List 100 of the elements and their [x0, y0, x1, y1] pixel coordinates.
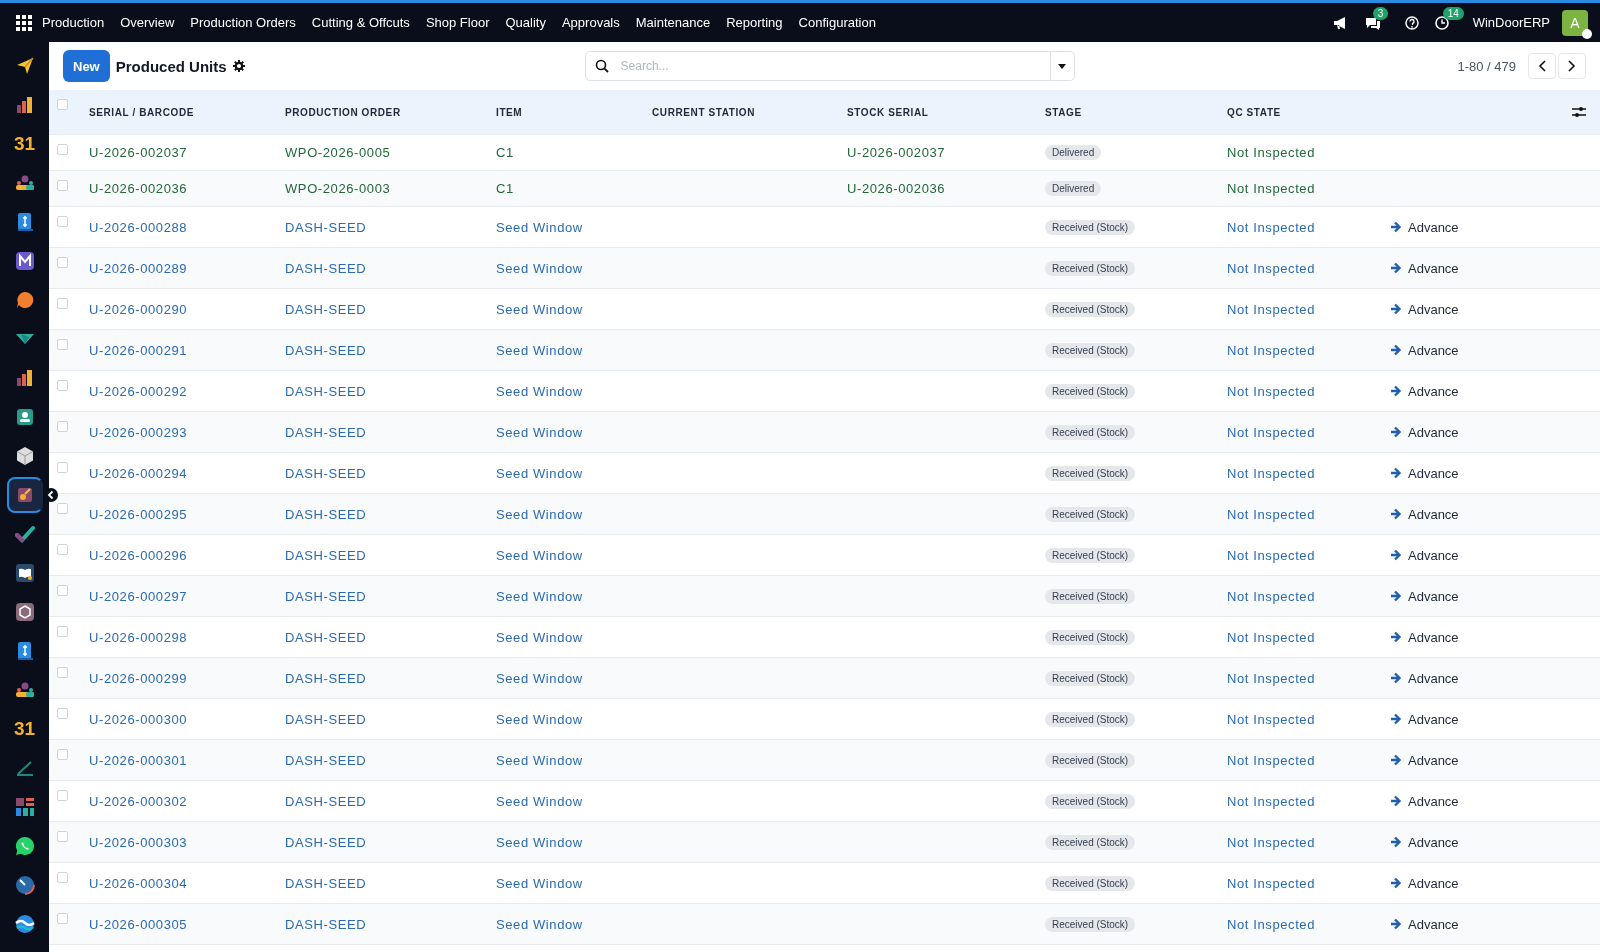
- menu-item[interactable]: Quality: [497, 3, 554, 42]
- menu-item[interactable]: Maintenance: [627, 3, 719, 42]
- column-header[interactable]: ITEM: [496, 106, 652, 118]
- row-checkbox[interactable]: [57, 790, 68, 801]
- row-checkbox[interactable]: [57, 380, 68, 391]
- advance-button[interactable]: Advance: [1390, 219, 1459, 235]
- row-checkbox[interactable]: [57, 831, 68, 842]
- advance-button[interactable]: Advance: [1390, 670, 1459, 686]
- stage-tag: Received (Stock): [1045, 875, 1136, 891]
- column-header[interactable]: STAGE: [1045, 106, 1227, 118]
- menu-item[interactable]: Reporting: [718, 3, 791, 42]
- table-cell-text: Not Inspected: [1227, 145, 1316, 160]
- row-checkbox[interactable]: [57, 257, 68, 268]
- menu-item[interactable]: Production Orders: [182, 3, 304, 42]
- row-checkbox[interactable]: [57, 339, 68, 350]
- table-cell-text: U-2026-000303: [89, 834, 189, 850]
- checkmark-icon: [14, 524, 35, 544]
- table-cell-text: DASH-SEED: [285, 875, 368, 891]
- advance-button[interactable]: Advance: [1390, 424, 1459, 440]
- menu-item[interactable]: Approvals: [553, 3, 628, 42]
- clock-icon[interactable]: [1434, 15, 1449, 30]
- table-cell-text: U-2026-000304: [89, 875, 189, 891]
- help-icon[interactable]: [1404, 15, 1419, 30]
- column-header[interactable]: CURRENT STATION: [652, 106, 847, 118]
- table-cell-text: U-2026-000296: [89, 547, 189, 563]
- table-cell-text: U-2026-000290: [89, 301, 189, 317]
- settings-icon[interactable]: [232, 60, 245, 72]
- arrow-right-icon: [1390, 754, 1402, 766]
- advance-button[interactable]: Advance: [1390, 342, 1459, 358]
- row-checkbox[interactable]: [57, 585, 68, 596]
- row-checkbox[interactable]: [57, 872, 68, 883]
- previous-button[interactable]: [1528, 53, 1556, 79]
- arrow-right-icon: [1390, 672, 1402, 684]
- row-checkbox[interactable]: [57, 421, 68, 432]
- menu-item[interactable]: Shop Floor: [417, 3, 498, 42]
- table-cell-text: Not Inspected: [1227, 424, 1316, 440]
- search-options-button[interactable]: [1050, 51, 1075, 81]
- arrow-right-icon: [1390, 549, 1402, 561]
- row-checkbox[interactable]: [57, 503, 68, 514]
- table-cell-text: Not Inspected: [1227, 670, 1316, 686]
- column-header[interactable]: PRODUCTION ORDER: [285, 106, 496, 118]
- advance-button[interactable]: Advance: [1390, 465, 1459, 481]
- row-checkbox[interactable]: [57, 626, 68, 637]
- select-all-checkbox[interactable]: [57, 99, 68, 110]
- advance-button[interactable]: Advance: [1390, 752, 1459, 768]
- chat-icon[interactable]: [1364, 15, 1381, 30]
- row-checkbox[interactable]: [57, 913, 68, 924]
- arrow-right-icon: [1390, 262, 1402, 274]
- advance-button[interactable]: Advance: [1390, 301, 1459, 317]
- advance-button[interactable]: Advance: [1390, 834, 1459, 850]
- next-button[interactable]: [1558, 53, 1586, 79]
- apps-menu-icon[interactable]: [16, 14, 32, 31]
- arrow-right-icon: [1390, 631, 1402, 643]
- menu-item[interactable]: Cutting & Offcuts: [303, 3, 418, 42]
- column-header[interactable]: QC STATE: [1227, 106, 1390, 118]
- row-checkbox[interactable]: [57, 749, 68, 760]
- stage-tag: Received (Stock): [1045, 588, 1136, 604]
- advance-button[interactable]: Advance: [1390, 916, 1459, 932]
- row-checkbox[interactable]: [57, 216, 68, 227]
- row-checkbox[interactable]: [57, 667, 68, 678]
- advance-button[interactable]: Advance: [1390, 793, 1459, 809]
- app-launcher[interactable]: 31: [6, 126, 43, 162]
- search-field[interactable]: Search...: [584, 51, 1051, 81]
- row-checkbox[interactable]: [57, 462, 68, 473]
- column-header[interactable]: SERIAL / BARCODE: [89, 106, 285, 118]
- row-checkbox[interactable]: [57, 144, 68, 155]
- advance-button[interactable]: Advance: [1390, 711, 1459, 727]
- speech-bubble-icon: [14, 290, 35, 310]
- app-name[interactable]: Production: [38, 3, 113, 42]
- row-checkbox[interactable]: [57, 544, 68, 555]
- search-icon: [594, 59, 609, 73]
- advance-button[interactable]: Advance: [1390, 588, 1459, 604]
- column-header[interactable]: STOCK SERIAL: [847, 106, 1045, 118]
- app-launcher[interactable]: 31: [6, 711, 43, 747]
- table-cell-text: Not Inspected: [1227, 219, 1316, 235]
- advance-button[interactable]: Advance: [1390, 547, 1459, 563]
- advance-button[interactable]: Advance: [1390, 383, 1459, 399]
- menu-item[interactable]: Overview: [112, 3, 183, 42]
- advance-button[interactable]: Advance: [1390, 629, 1459, 645]
- table-cell-text: DASH-SEED: [285, 383, 368, 399]
- arrow-right-icon: [1390, 508, 1402, 520]
- app-launcher[interactable]: [6, 477, 43, 513]
- pager-value[interactable]: 1-80 / 479: [1457, 58, 1516, 74]
- stage-tag: Received (Stock): [1045, 301, 1136, 317]
- cube-icon: [14, 446, 35, 466]
- advance-button[interactable]: Advance: [1390, 506, 1459, 522]
- advance-button[interactable]: Advance: [1390, 875, 1459, 891]
- company-name[interactable]: WinDoorERP: [1470, 15, 1552, 30]
- advance-button[interactable]: Advance: [1390, 260, 1459, 276]
- row-checkbox[interactable]: [57, 180, 68, 191]
- stage-tag: Received (Stock): [1045, 834, 1136, 850]
- stage-tag: Received (Stock): [1045, 219, 1136, 235]
- table-cell-text: Not Inspected: [1227, 342, 1316, 358]
- menu-item[interactable]: Configuration: [790, 3, 884, 42]
- row-checkbox[interactable]: [57, 298, 68, 309]
- table-cell-text: Seed Window: [496, 834, 584, 850]
- new-button[interactable]: New: [63, 50, 110, 82]
- row-checkbox[interactable]: [57, 708, 68, 719]
- column-options-icon[interactable]: [1572, 106, 1586, 118]
- arrow-right-icon: [1390, 221, 1402, 233]
